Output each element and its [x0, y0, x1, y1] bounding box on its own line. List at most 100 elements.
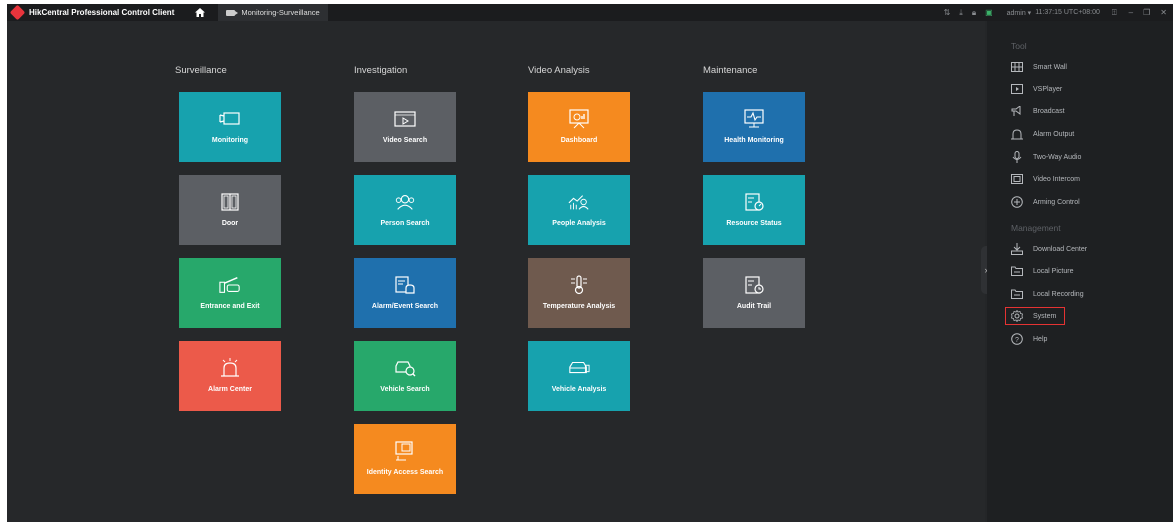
item-label: Download Center [1033, 245, 1088, 253]
mgmt-local-picture[interactable]: Local Picture [1011, 263, 1073, 279]
tool-video-intercom[interactable]: Video Intercom [1011, 171, 1080, 187]
item-label: Local Recording [1033, 290, 1084, 298]
tile-audit-trail[interactable]: Audit Trail [703, 258, 805, 328]
microphone-icon [1011, 151, 1023, 163]
people-analysis-icon [568, 193, 590, 211]
tool-smart-wall[interactable]: Smart Wall [1011, 59, 1067, 75]
tile-label: Vehicle Analysis [551, 386, 607, 393]
item-label: Smart Wall [1033, 63, 1067, 71]
tab-label: Monitoring-Surveillance [241, 8, 320, 17]
mgmt-system[interactable]: System [1005, 307, 1066, 325]
tile-vehicle-search[interactable]: Vehicle Search [354, 341, 456, 411]
section-title-tool: Tool [1011, 41, 1027, 51]
lock-screen-icon[interactable]: ⍐ [1112, 8, 1117, 18]
tile-alarm-center[interactable]: Alarm Center [179, 341, 281, 411]
tile-people-analysis[interactable]: People Analysis [528, 175, 630, 245]
item-label: System [1033, 312, 1057, 320]
sort-icon[interactable]: ⇅ [944, 8, 951, 17]
tool-broadcast[interactable]: Broadcast [1011, 103, 1065, 119]
gear-icon [1011, 310, 1023, 322]
title-bar: HikCentral Professional Control Client M… [7, 4, 1173, 21]
download-center-icon [1011, 243, 1023, 255]
mgmt-download-center[interactable]: Download Center [1011, 241, 1087, 257]
clock: 11:37:15 UTC+08:00 [1035, 9, 1100, 16]
presentation-chart-icon [568, 109, 590, 129]
app-logo: HikCentral Professional Control Client [7, 4, 174, 21]
tile-label: Monitoring [211, 137, 249, 144]
item-label: Broadcast [1033, 107, 1065, 115]
tile-dashboard[interactable]: Dashboard [528, 92, 630, 162]
vehicle-search-icon [394, 359, 416, 377]
monitor-icon[interactable]: ▣ [985, 8, 993, 17]
column-title-maintenance: Maintenance [703, 65, 758, 76]
column-title-video-analysis: Video Analysis [528, 65, 590, 76]
section-title-management: Management [1011, 223, 1061, 233]
tile-person-search[interactable]: Person Search [354, 175, 456, 245]
door-icon [219, 193, 241, 211]
tile-label: Door [221, 220, 239, 227]
intercom-icon [1011, 173, 1023, 185]
home-tab[interactable] [190, 4, 210, 21]
alarm-light-icon [219, 358, 241, 377]
tile-temperature-analysis[interactable]: Temperature Analysis [528, 258, 630, 328]
tile-resource-status[interactable]: Resource Status [703, 175, 805, 245]
mgmt-help[interactable]: ? Help [1011, 331, 1047, 347]
download-icon[interactable]: ⤓ [959, 8, 963, 18]
item-label: Alarm Output [1033, 130, 1075, 138]
alarm-output-icon [1011, 128, 1023, 140]
item-label: Local Picture [1033, 267, 1074, 275]
tile-video-search[interactable]: Video Search [354, 92, 456, 162]
column-title-surveillance: Surveillance [175, 65, 227, 76]
tile-identity-access-search[interactable]: Identity Access Search [354, 424, 456, 494]
tool-two-way-audio[interactable]: Two-Way Audio [1011, 149, 1081, 165]
thermometer-icon [568, 275, 590, 295]
picture-folder-icon [1011, 265, 1023, 277]
app-title: HikCentral Professional Control Client [29, 8, 175, 17]
item-label: Video Intercom [1033, 175, 1080, 183]
video-play-icon [394, 110, 416, 128]
item-label: VSPlayer [1033, 85, 1063, 93]
tile-health-monitoring[interactable]: Health Monitoring [703, 92, 805, 162]
user-menu[interactable]: admin ▾ [1007, 9, 1032, 17]
tile-label: Audit Trail [736, 303, 772, 310]
title-bar-controls: ⇅ ⤓ 🔒︎ ▣ admin ▾ 11:37:15 UTC+08:00 ⍐ – … [935, 4, 1167, 21]
audit-clock-icon [743, 276, 765, 294]
player-icon [1011, 83, 1023, 95]
user-name: admin [1006, 9, 1026, 17]
tool-arming-control[interactable]: Arming Control [1011, 194, 1080, 210]
tab-monitoring-surveillance[interactable]: Monitoring-Surveillance [218, 4, 328, 21]
restore-icon[interactable]: ❐ [1143, 8, 1150, 17]
tile-label: Resource Status [726, 220, 782, 227]
recording-folder-icon [1011, 288, 1023, 300]
mgmt-local-recording[interactable]: Local Recording [1011, 286, 1084, 302]
lock-icon[interactable]: 🔒︎ [972, 8, 976, 18]
shield-icon [1011, 196, 1023, 208]
broadcast-icon [1011, 105, 1023, 117]
tile-label: Identity Access Search [366, 469, 444, 476]
home-icon [195, 8, 206, 17]
camera-icon [226, 9, 239, 16]
tile-vehicle-analysis[interactable]: Vehicle Analysis [528, 341, 630, 411]
tool-vsplayer[interactable]: VSPlayer [1011, 81, 1062, 97]
tile-label: Health Monitoring [724, 137, 784, 144]
item-label: Two-Way Audio [1033, 153, 1082, 161]
alarm-document-icon [394, 276, 416, 294]
vehicle-icon [568, 359, 590, 377]
close-icon[interactable]: ✕ [1160, 8, 1167, 17]
tile-alarm-event-search[interactable]: Alarm/Event Search [354, 258, 456, 328]
tile-entrance-and-exit[interactable]: Entrance and Exit [179, 258, 281, 328]
tile-label: Vehicle Search [380, 386, 430, 393]
hikcentral-logo-icon [9, 4, 26, 21]
tile-label: Video Search [382, 137, 428, 144]
tile-monitoring[interactable]: Monitoring [179, 92, 281, 162]
tool-alarm-output[interactable]: Alarm Output [1011, 126, 1074, 142]
minimize-icon[interactable]: – [1129, 8, 1133, 17]
right-panel: Tool Smart Wall VSPlayer Broadcast Alarm… [987, 21, 1173, 522]
tile-label: Alarm/Event Search [371, 303, 439, 310]
tile-door[interactable]: Door [179, 175, 281, 245]
column-title-investigation: Investigation [354, 65, 408, 76]
main-content: Surveillance Investigation Video Analysi… [7, 21, 985, 522]
tile-label: People Analysis [552, 220, 606, 227]
tile-label: Person Search [380, 220, 430, 227]
resource-status-icon [743, 193, 765, 211]
